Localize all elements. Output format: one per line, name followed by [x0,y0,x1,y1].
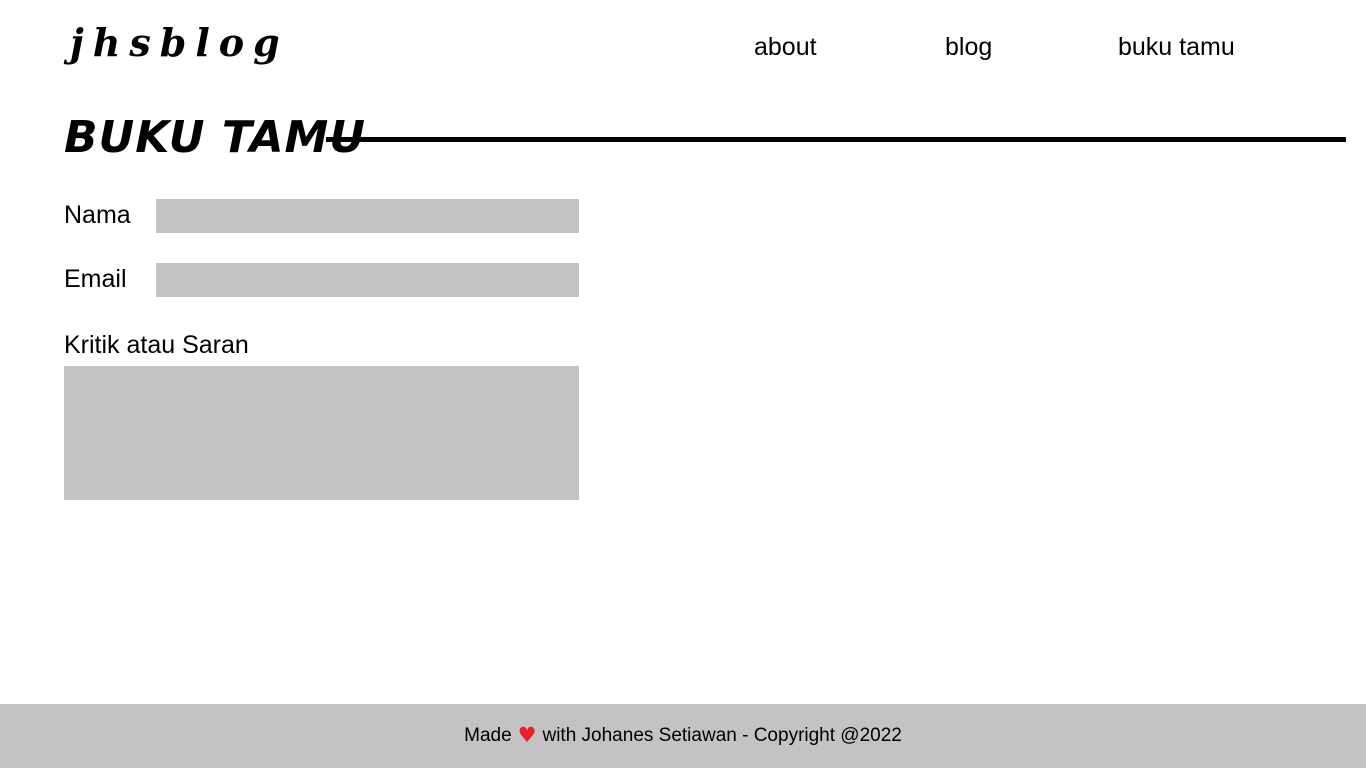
nav-link-guestbook[interactable]: buku tamu [1118,30,1235,64]
nav-link-blog[interactable]: blog [945,30,992,64]
email-label: Email [64,265,127,293]
heart-icon: ♥ [517,723,537,747]
page: jhsblog about blog buku tamu BUKU TAMU N… [0,0,1366,768]
title-divider [326,137,1346,142]
email-field[interactable] [156,263,579,297]
footer-made-text: Made [464,725,512,746]
name-label: Nama [64,201,131,229]
message-textarea[interactable] [64,366,579,500]
footer-copyright-text: with Johanes Setiawan - Copyright @2022 [542,725,902,746]
message-label: Kritik atau Saran [64,331,249,359]
page-title: BUKU TAMU [64,112,367,163]
site-logo[interactable]: jhsblog [70,18,289,68]
site-footer: Made ♥ with Johanes Setiawan - Copyright… [0,704,1366,768]
nav-link-about[interactable]: about [754,30,817,64]
name-field[interactable] [156,199,579,233]
